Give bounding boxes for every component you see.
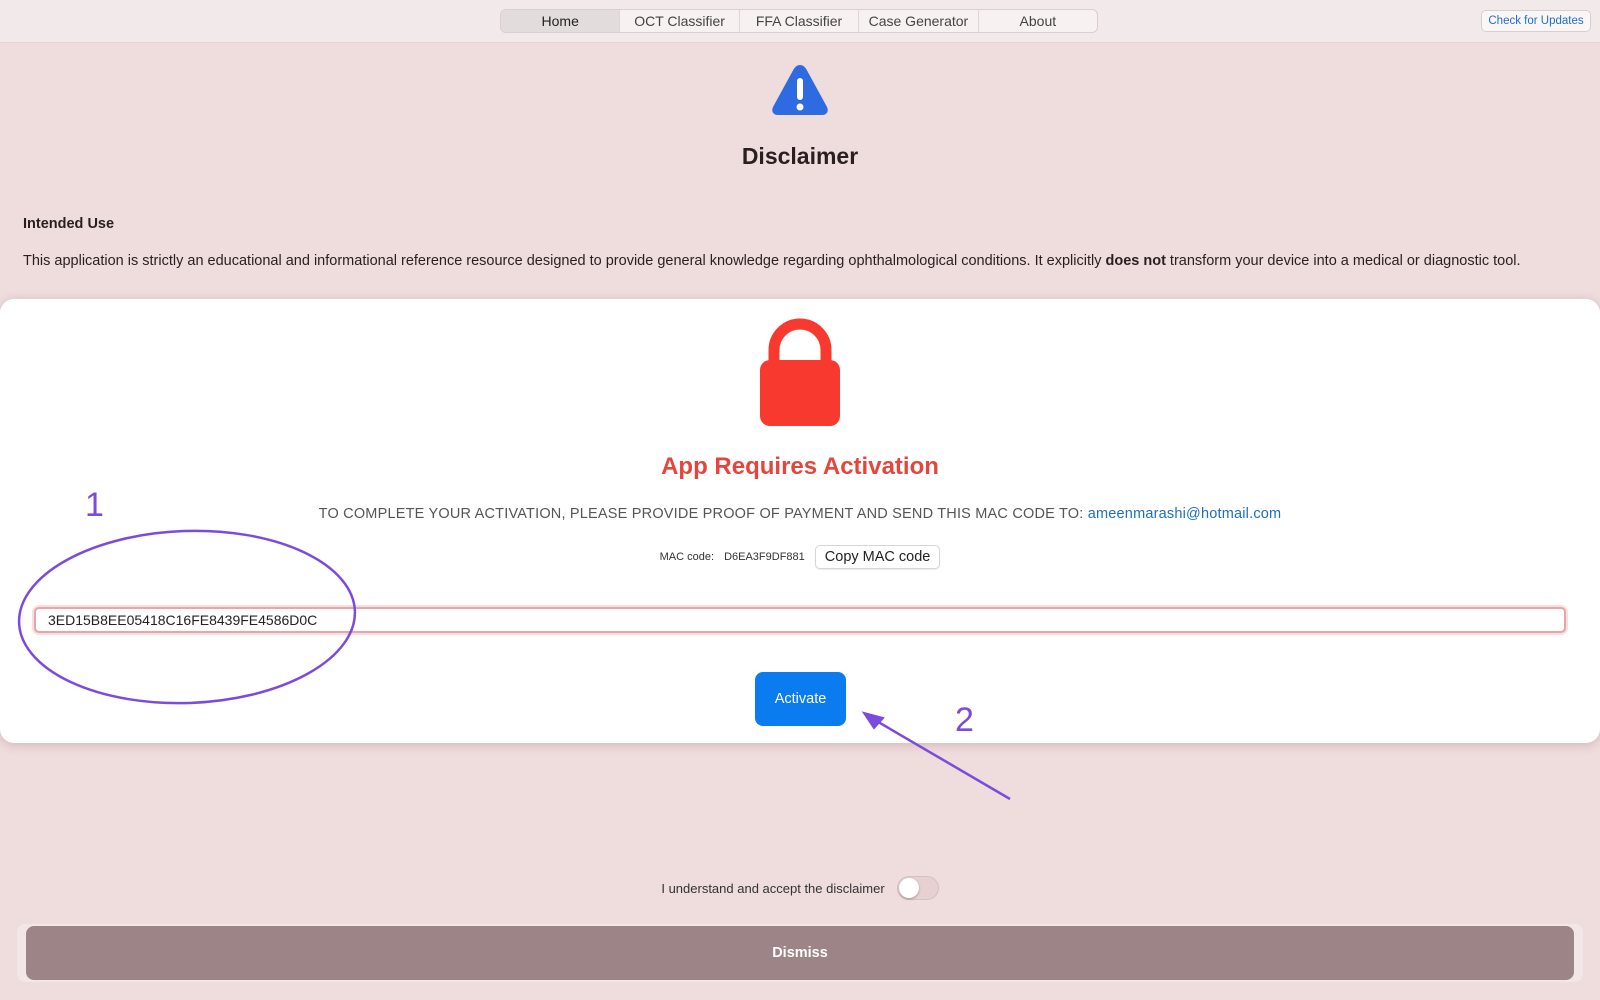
activation-title: App Requires Activation bbox=[661, 453, 939, 480]
annotation-step-2: 2 bbox=[955, 701, 974, 739]
mac-code-label: MAC code: bbox=[659, 551, 715, 563]
mac-code-row: MAC code: D6EA3F9DF881 Copy MAC code bbox=[0, 545, 1600, 569]
tab-oct-classifier[interactable]: OCT Classifier bbox=[620, 10, 740, 32]
intended-use-heading: Intended Use bbox=[23, 216, 115, 232]
accept-disclaimer-row: I understand and accept the disclaimer bbox=[0, 876, 1600, 900]
intended-use-emphasis: does not bbox=[1105, 253, 1166, 269]
contact-email-link[interactable]: ameenmarashi@hotmail.com bbox=[1088, 506, 1282, 522]
lock-icon bbox=[760, 318, 840, 426]
tab-ffa-classifier[interactable]: FFA Classifier bbox=[740, 10, 860, 32]
accept-disclaimer-label: I understand and accept the disclaimer bbox=[661, 880, 885, 896]
warning-triangle-icon bbox=[772, 65, 828, 115]
disclaimer-title: Disclaimer bbox=[741, 143, 859, 169]
toggle-knob bbox=[898, 878, 919, 898]
intended-use-text-part: transform your device into a medical or … bbox=[1165, 253, 1521, 269]
tab-home[interactable]: Home bbox=[501, 10, 621, 32]
activate-button[interactable]: Activate bbox=[755, 672, 846, 726]
check-for-updates-button[interactable]: Check for Updates bbox=[1481, 10, 1591, 32]
mac-code-value: D6EA3F9DF881 bbox=[724, 551, 805, 563]
copy-mac-code-button[interactable]: Copy MAC code bbox=[814, 545, 941, 569]
annotation-step-1: 1 bbox=[85, 486, 104, 524]
intended-use-text-part: This application is strictly an educatio… bbox=[23, 253, 1106, 269]
main-tab-bar: Home OCT Classifier FFA Classifier Case … bbox=[500, 9, 1098, 33]
tab-case-generator[interactable]: Case Generator bbox=[859, 10, 979, 32]
activation-instruction-text: TO COMPLETE YOUR ACTIVATION, PLEASE PROV… bbox=[318, 506, 1084, 522]
intended-use-text: This application is strictly an educatio… bbox=[23, 251, 1563, 271]
activation-key-input[interactable] bbox=[34, 607, 1566, 633]
activation-instructions: TO COMPLETE YOUR ACTIVATION, PLEASE PROV… bbox=[0, 506, 1600, 522]
top-toolbar: Home OCT Classifier FFA Classifier Case … bbox=[0, 0, 1600, 43]
accept-disclaimer-toggle[interactable] bbox=[896, 876, 939, 900]
dismiss-button[interactable]: Dismiss bbox=[26, 926, 1574, 980]
tab-about[interactable]: About bbox=[979, 10, 1097, 32]
